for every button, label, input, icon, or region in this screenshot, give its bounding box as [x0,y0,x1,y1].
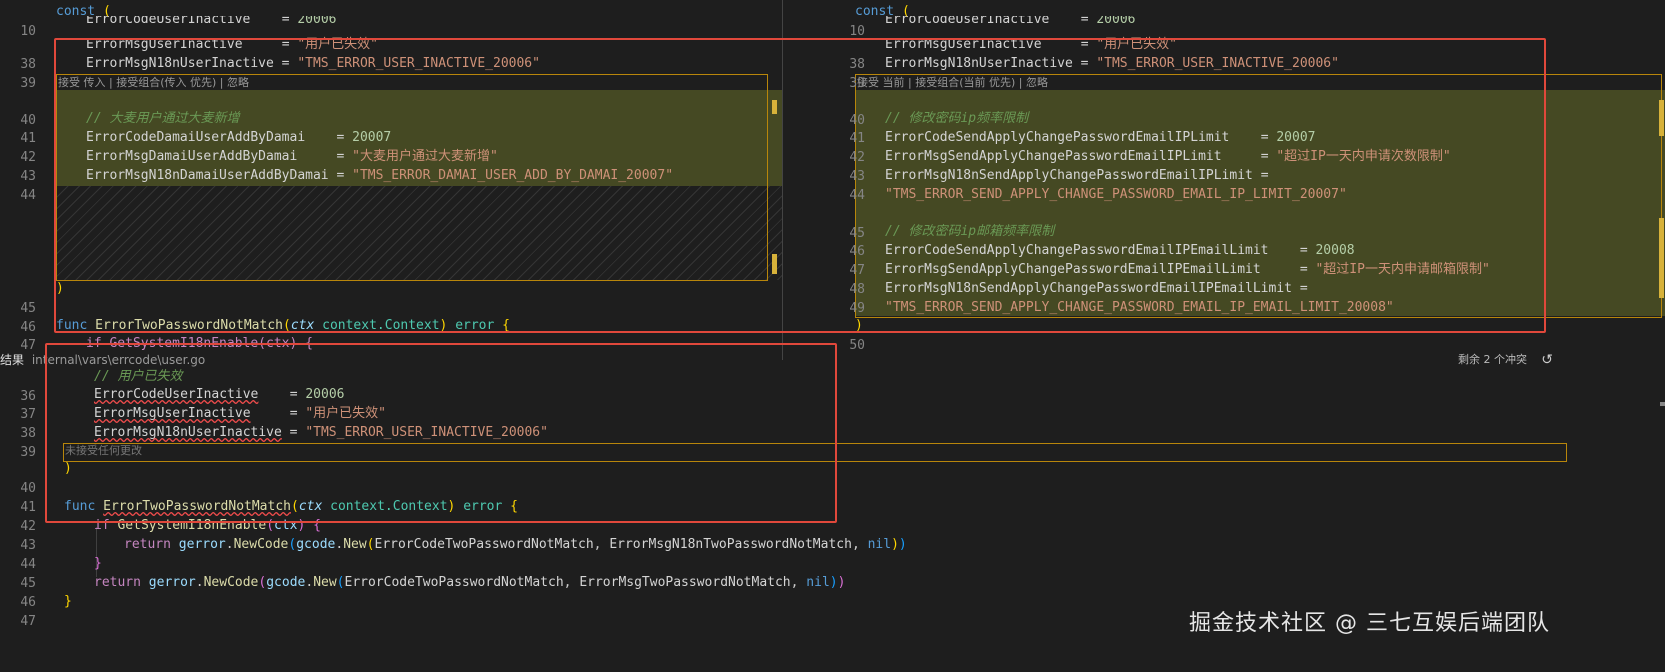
code-line: 45 [849,226,865,241]
code-line: 40 [849,113,865,128]
code-line: 40 ) [20,461,72,496]
code-line: 42 ErrorCodeDamaiUserAddByDamai = 20007 [20,130,392,165]
codelens-actions-incoming[interactable]: 接受 传入 | 接受组合(传入 优先) | 忽略 [58,75,249,91]
code-line: 48 ErrorMsgSendApplyChangePasswordEmailI… [849,262,1490,297]
code-line: 43 ErrorMsgSendApplyChangePasswordEmailI… [849,149,1451,184]
code-line: 45 ) [20,281,64,316]
code-line: 46 [20,320,36,335]
minimap-conflict-marker [772,254,777,274]
code-line: 47 func ErrorTwoPasswordNotMatch(ctx con… [20,318,510,353]
code-line: 37 ErrorCodeUserInactive = 20006 [20,387,345,422]
code-line: 42 ErrorCodeSendApplyChangePasswordEmail… [849,130,1316,165]
code-line: 38 ErrorMsgUserInactive = "用户已失效" [849,37,1177,72]
result-title: 结果 [0,353,25,367]
code-line: 43 ErrorMsgDamaiUserAddByDamai = "大麦用户通过… [20,149,498,184]
incoming-pane[interactable]: 接受 传入 | 接受组合(传入 优先) | 忽略 10 const ( 37 E… [0,0,830,360]
watermark: 掘金技术社区 @ 三七互娱后端团队 [1189,611,1550,636]
minimap-conflict-marker [1659,218,1664,298]
code-line: 39 ErrorMsgN18nUserInactive = "TMS_ERROR… [20,425,548,460]
result-file-path: internal\vars\errcode\user.go [31,353,206,367]
code-line: 40 [20,113,36,128]
code-line: 42 func ErrorTwoPasswordNotMatch(ctx con… [20,499,518,534]
code-line: 50 ) [849,318,865,353]
code-line: 47 ErrorCodeSendApplyChangePasswordEmail… [849,243,1355,278]
code-line: 49 ErrorMsgN18nSendApplyChangePasswordEm… [849,281,1308,316]
code-line: 46 return gerror.NewCode(gcode.New(Error… [20,575,846,610]
code-line: "TMS_ERROR_SEND_APPLY_CHANGE_PASSWORD_EM… [885,187,1347,202]
code-line: 37 ErrorCodeUserInactive = 20006 [885,16,1136,27]
code-line: 44 return gerror.NewCode(gcode.New(Error… [20,537,907,572]
minimap-conflict-marker [1659,100,1664,136]
code-line: 44 ErrorMsgN18nDamaiUserAddByDamai = "TM… [20,168,674,203]
codelens-result[interactable]: 未接受任何更改 [65,443,142,459]
code-line: 46 // 修改密码ip邮箱频率限制 [849,224,1055,259]
code-line: 41 // 修改密码ip频率限制 [849,111,1029,146]
scrollbar-track[interactable] [782,0,783,360]
code-line: "TMS_ERROR_SEND_APPLY_CHANGE_PASSWORD_EM… [885,300,1394,315]
code-line: 37 ErrorCodeUserInactive = 20006 [86,16,337,27]
code-line: 39 ErrorMsgN18nUserInactive = "TMS_ERROR… [849,56,1339,91]
code-line: 41 [20,500,36,515]
code-line: 41 // 大麦用户通过大麦新增 [20,111,240,146]
code-line: 45 } [20,556,102,591]
code-line: 43 if GetSystemI18nEnable(ctx) { [20,518,321,553]
code-line: 38 ErrorMsgUserInactive = "用户已失效" [20,406,386,441]
code-line: 36 // 用户已失效 [20,369,183,404]
code-line: 38 ErrorMsgUserInactive = "用户已失效" [20,37,378,72]
code-line: 44 ErrorMsgN18nSendApplyChangePasswordEm… [849,168,1269,203]
scrollbar-marker [1660,402,1665,406]
current-pane[interactable]: 接受 当前 | 接受组合(当前 优先) | 忽略 10 const ( 37 E… [847,0,1665,360]
codelens-actions-current[interactable]: 接受 当前 | 接受组合(当前 优先) | 忽略 [857,75,1048,91]
code-line: 39 ErrorMsgN18nUserInactive = "TMS_ERROR… [20,56,540,91]
minimap-conflict-marker [772,100,777,114]
